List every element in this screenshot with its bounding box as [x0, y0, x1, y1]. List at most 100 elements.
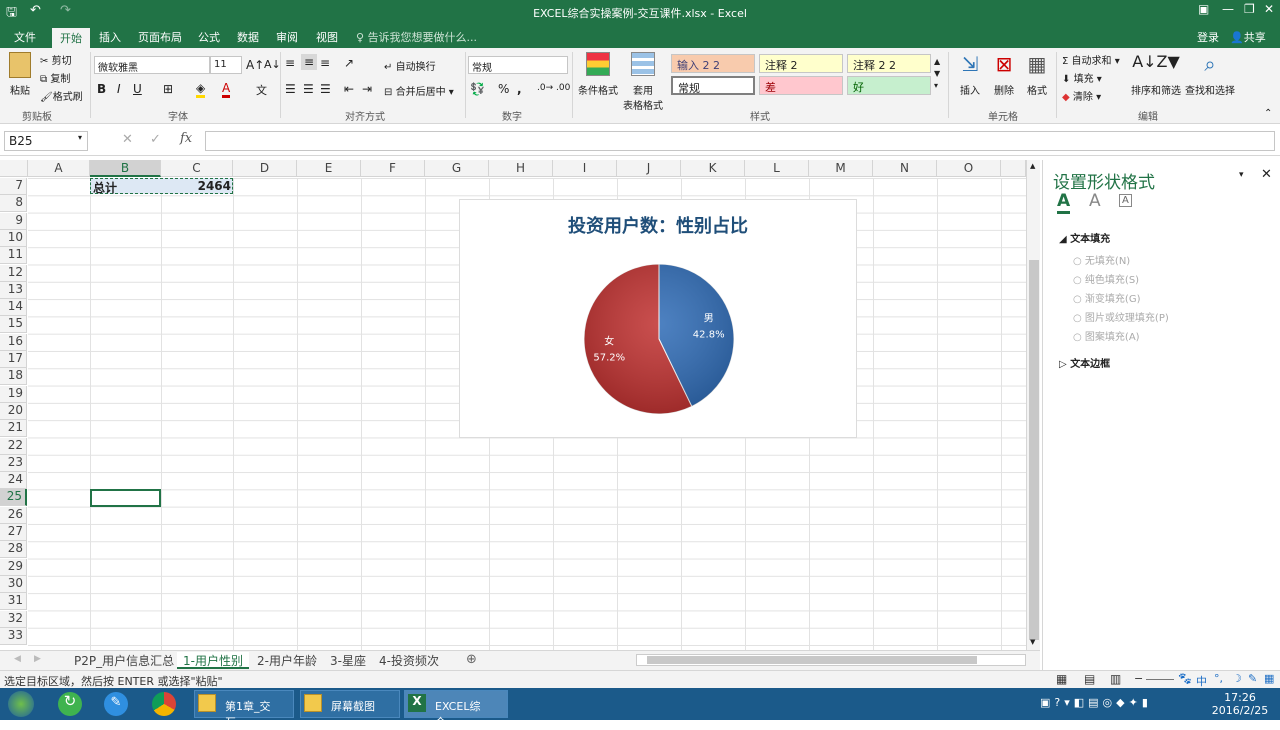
sheet-tab-1[interactable]: 1-用户性别 [177, 652, 249, 669]
column-header-h[interactable]: H [489, 160, 553, 177]
restore-icon[interactable]: ❐ [1244, 2, 1255, 16]
decrease-decimal-icon[interactable]: .00 [556, 83, 570, 93]
pane-close-icon[interactable]: ✕ [1261, 167, 1272, 182]
column-header-o[interactable]: O [937, 160, 1001, 177]
share-button[interactable]: 👤共享 [1230, 29, 1266, 45]
page-layout-view-icon[interactable]: ▤ [1084, 672, 1095, 686]
tab-page-layout[interactable]: 页面布局 [138, 29, 182, 45]
border-icon[interactable]: ⊞ [163, 82, 173, 96]
chrome-icon[interactable] [152, 692, 176, 716]
column-header-b[interactable]: B [90, 160, 161, 177]
style-bad[interactable]: 差 [759, 76, 843, 95]
formula-input[interactable] [205, 131, 1275, 151]
radio-no-fill[interactable]: ○ 无填充(N) [1073, 252, 1130, 267]
select-all-corner[interactable] [0, 160, 28, 177]
collapse-ribbon-icon[interactable]: ⌃ [1264, 108, 1272, 119]
row-header[interactable]: 26 [0, 506, 27, 524]
styles-scroll-icon[interactable]: ▲ ▼ ▾ [934, 56, 940, 92]
style-good[interactable]: 好 [847, 76, 931, 95]
row-header[interactable]: 9 [0, 212, 27, 230]
decrease-indent-icon[interactable]: ⇤ [344, 82, 354, 96]
cell-b7[interactable]: 总计 [93, 179, 117, 196]
row-header[interactable]: 20 [0, 402, 27, 420]
style-normal[interactable]: 常规 [671, 76, 755, 95]
enter-icon[interactable]: ✓ [150, 132, 161, 147]
cancel-icon[interactable]: ✕ [122, 132, 133, 147]
conditional-format-button[interactable]: 条件格式 [576, 52, 620, 97]
row-header[interactable]: 31 [0, 593, 27, 611]
style-note-1[interactable]: 注释 2 [759, 54, 843, 73]
column-header-g[interactable]: G [425, 160, 489, 177]
text-effects-icon[interactable]: A [1089, 191, 1101, 211]
row-header[interactable]: 29 [0, 558, 27, 576]
text-fill-outline-icon[interactable]: A [1057, 191, 1071, 214]
cut-button[interactable]: ✂ 剪切 [40, 52, 72, 67]
row-header[interactable]: 24 [0, 472, 27, 490]
sheet-tab-2[interactable]: 2-用户年龄 [251, 652, 323, 669]
column-header-l[interactable]: L [745, 160, 809, 177]
font-size-select[interactable]: 11 [210, 56, 242, 74]
moon-icon[interactable]: ☽ [1232, 672, 1242, 685]
tell-me-search[interactable]: ♀ 告诉我您想要做什么... [356, 29, 477, 45]
punctuation-icon[interactable]: °, [1214, 672, 1223, 685]
format-as-table-button[interactable]: 套用 表格格式 [620, 52, 666, 112]
radio-gradient-fill[interactable]: ○ 渐变填充(G) [1073, 290, 1140, 305]
underline-button[interactable]: U [133, 82, 142, 96]
radio-pattern-fill[interactable]: ○ 图案填充(A) [1073, 328, 1140, 343]
comma-button[interactable]: , [517, 82, 522, 96]
active-cell-b25[interactable] [90, 489, 161, 507]
align-left-icon[interactable]: ☰ [285, 82, 296, 96]
pane-options-icon[interactable]: ▾ [1239, 170, 1244, 180]
ime-mode[interactable]: 中 [1196, 673, 1207, 689]
currency-icon[interactable]: 💱 [470, 82, 485, 96]
find-select-button[interactable]: ⌕ 查找和选择 [1184, 52, 1236, 97]
copy-button[interactable]: ⧉ 复制 [40, 70, 70, 85]
orientation-icon[interactable]: ↗ [344, 56, 354, 70]
sheet-tab-0[interactable]: P2P_用户信息汇总 [68, 652, 180, 669]
radio-picture-fill[interactable]: ○ 图片或纹理填充(P) [1073, 309, 1169, 324]
grow-font-icon[interactable]: A↑ [246, 58, 264, 72]
textbox-icon[interactable]: A [1119, 194, 1132, 207]
sheet-tab-3[interactable]: 3-星座 [324, 652, 372, 669]
column-header-f[interactable]: F [361, 160, 425, 177]
autosum-button[interactable]: Σ 自动求和 ▾ [1062, 52, 1120, 67]
row-header[interactable]: 13 [0, 281, 27, 299]
scroll-thumb[interactable] [1029, 260, 1039, 640]
vertical-scrollbar[interactable]: ▲ ▼ [1026, 160, 1040, 650]
clear-button[interactable]: ◆ 清除 ▾ [1062, 88, 1101, 103]
feather-app-icon[interactable]: ✎ [104, 692, 128, 716]
row-header[interactable]: 23 [0, 454, 27, 472]
row-header[interactable]: 10 [0, 229, 27, 247]
ribbon-display-icon[interactable]: ▣ [1198, 2, 1209, 16]
close-icon[interactable]: ✕ [1264, 2, 1274, 16]
align-bottom-icon[interactable]: ≡ [320, 56, 330, 70]
tab-review[interactable]: 审阅 [276, 29, 298, 45]
sort-filter-button[interactable]: A↓Z▼ 排序和筛选 [1130, 52, 1182, 97]
horizontal-scrollbar[interactable] [636, 654, 1026, 666]
style-input[interactable]: 输入 2 2 [671, 54, 755, 73]
pen-icon[interactable]: ✎ [1248, 672, 1257, 685]
row-header[interactable]: 33 [0, 627, 27, 645]
clock[interactable]: 17:26 2016/2/25 [1210, 691, 1270, 717]
align-center-icon[interactable]: ☰ [303, 82, 314, 96]
tray-icons[interactable]: ▣?▾◧▤◎◆✦▮ [1040, 696, 1152, 709]
column-header-c[interactable]: C [161, 160, 233, 177]
prev-sheet-icon[interactable]: ◀ [14, 654, 21, 664]
cell-c7[interactable]: 2464 [161, 179, 231, 193]
tab-insert[interactable]: 插入 [99, 29, 121, 45]
row-header[interactable]: 27 [0, 524, 27, 541]
tab-home[interactable]: 开始 [52, 28, 90, 48]
column-header-j[interactable]: J [617, 160, 681, 177]
merge-center-button[interactable]: ⊟ 合并后居中 ▾ [384, 83, 454, 98]
row-header[interactable]: 28 [0, 541, 27, 559]
row-header[interactable]: 15 [0, 316, 27, 334]
percent-button[interactable]: % [498, 82, 509, 96]
h-scroll-thumb[interactable] [647, 656, 977, 664]
fill-button[interactable]: ⬇ 填充 ▾ [1062, 70, 1102, 85]
row-header[interactable]: 32 [0, 610, 27, 628]
sheet-tab-4[interactable]: 4-投资频次 [373, 652, 445, 669]
add-sheet-icon[interactable]: ⊕ [466, 652, 477, 667]
column-header-n[interactable]: N [873, 160, 937, 177]
column-header-e[interactable]: E [297, 160, 361, 177]
start-button-icon[interactable] [8, 691, 34, 717]
